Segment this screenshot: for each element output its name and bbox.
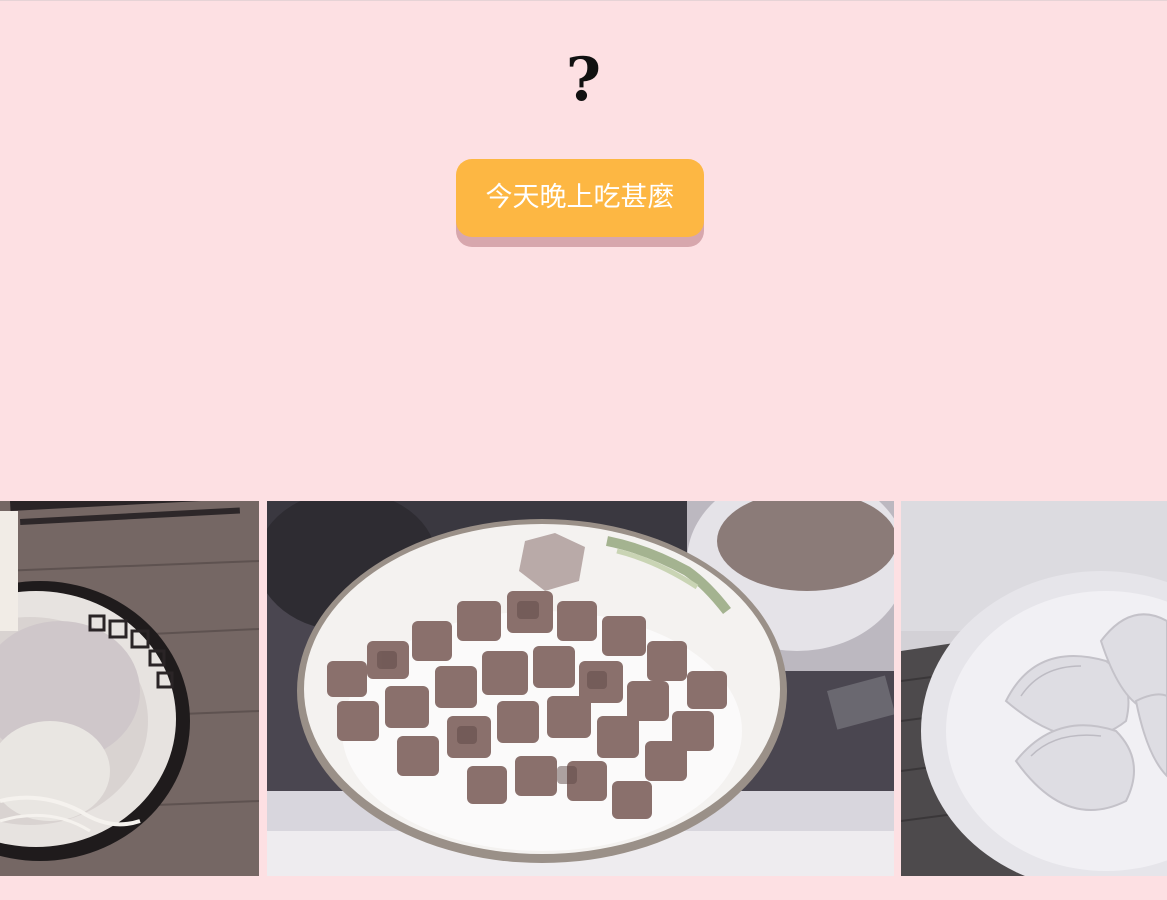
what-to-eat-tonight-button[interactable]: 今天晚上吃甚麼 — [456, 159, 704, 237]
ramen-bowl-photo — [0, 501, 259, 876]
question-mark-heading: ? — [565, 45, 602, 115]
ramen-image — [0, 501, 259, 876]
random-dinner-button-wrapper: 今天晚上吃甚麼 — [456, 159, 704, 247]
food-photo-gallery — [0, 501, 1167, 876]
braised-pork-rice-photo — [267, 501, 894, 876]
dumplings-photo — [901, 501, 1167, 876]
dumplings-image — [901, 501, 1167, 876]
braised-pork-rice-image — [267, 501, 894, 876]
page: ? 今天晚上吃甚麼 — [0, 0, 1167, 900]
